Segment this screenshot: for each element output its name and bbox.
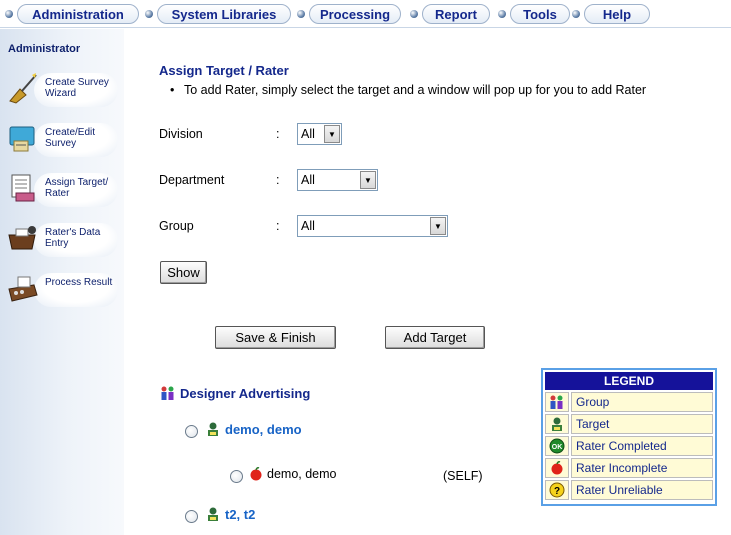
- apple-icon: [551, 461, 563, 475]
- svg-text:?: ?: [554, 486, 560, 497]
- tab-label: Processing: [319, 6, 391, 22]
- target-name: demo, demo: [225, 421, 302, 437]
- legend-row-rater-incomplete: Rater Incomplete: [545, 458, 713, 478]
- target-icon: [208, 422, 218, 436]
- top-navigation-bar: Administration System Libraries Processi…: [0, 0, 731, 28]
- target-icon: [552, 417, 562, 431]
- nav-bullet-icon: [410, 10, 418, 18]
- sidebar-item-label: Assign Target/ Rater: [45, 177, 109, 199]
- tab-administration[interactable]: Administration: [17, 4, 139, 24]
- nav-bullet-icon: [145, 10, 153, 18]
- legend-row-rater-completed: OK Rater Completed: [545, 436, 713, 456]
- legend-title: LEGEND: [545, 372, 713, 390]
- group-icon: [550, 395, 563, 409]
- tab-help[interactable]: Help: [584, 4, 650, 24]
- division-select-value: All: [301, 127, 315, 141]
- target-radio-t2[interactable]: [185, 510, 198, 523]
- legend-label: Rater Incomplete: [571, 458, 713, 478]
- legend-label: Target: [571, 414, 713, 434]
- department-select[interactable]: All ▼: [297, 169, 378, 191]
- question-icon: ?: [549, 482, 565, 498]
- rater-name: demo, demo: [267, 467, 337, 481]
- tab-label: System Libraries: [171, 6, 277, 22]
- legend-row-group: Group: [545, 392, 713, 412]
- rater-radio-demo[interactable]: [230, 470, 243, 483]
- show-button[interactable]: Show: [160, 261, 207, 284]
- legend-row-target: Target: [545, 414, 713, 434]
- legend-label: Rater Unreliable: [571, 480, 713, 500]
- sidebar-item-label: Process Result: [45, 277, 113, 288]
- target-link-demo[interactable]: demo, demo: [205, 421, 302, 437]
- rater-relation: (SELF): [443, 469, 483, 483]
- nav-bullet-icon: [297, 10, 305, 18]
- rater-item-demo: demo, demo: [249, 467, 336, 481]
- department-colon: :: [276, 173, 280, 187]
- target-name: t2, t2: [225, 506, 256, 522]
- add-target-button[interactable]: Add Target: [385, 326, 485, 349]
- nav-bullet-icon: [5, 10, 13, 18]
- sidebar: Administrator Create Survey Wizard Creat…: [0, 29, 124, 535]
- sidebar-item-label: Rater's Data Entry: [45, 227, 101, 249]
- legend-row-rater-unreliable: ? Rater Unreliable: [545, 480, 713, 500]
- instruction-text: To add Rater, simply select the target a…: [170, 83, 646, 97]
- data-entry-icon: [8, 226, 36, 250]
- target-icon: [208, 507, 218, 521]
- ok-icon: OK: [549, 438, 565, 454]
- legend-label: Group: [571, 392, 713, 412]
- tab-tools[interactable]: Tools: [510, 4, 570, 24]
- target-link-t2[interactable]: t2, t2: [205, 506, 255, 522]
- target-radio-demo[interactable]: [185, 425, 198, 438]
- group-node: Designer Advertising: [160, 385, 310, 401]
- svg-text:OK: OK: [552, 444, 563, 451]
- process-result-icon: [8, 276, 38, 302]
- group-select-value: All: [301, 219, 315, 233]
- sidebar-item-create-survey-wizard[interactable]: Create Survey Wizard: [0, 69, 124, 109]
- group-icon: [161, 386, 174, 400]
- tab-processing[interactable]: Processing: [309, 4, 401, 24]
- tab-label: Tools: [523, 6, 557, 22]
- sidebar-item-label: Create Survey Wizard: [45, 77, 109, 99]
- group-colon: :: [276, 219, 280, 233]
- sidebar-item-assign-target-rater[interactable]: Assign Target/ Rater: [0, 169, 124, 209]
- tab-label: Administration: [32, 6, 124, 22]
- division-label: Division: [159, 127, 203, 141]
- chevron-down-icon: ▼: [360, 171, 376, 189]
- chevron-down-icon: ▼: [430, 217, 446, 235]
- sidebar-item-raters-data-entry[interactable]: Rater's Data Entry: [0, 219, 124, 259]
- group-select[interactable]: All ▼: [297, 215, 448, 237]
- assign-target-icon: [11, 174, 35, 202]
- tab-label: Report: [435, 6, 477, 22]
- sidebar-item-create-edit-survey[interactable]: Create/Edit Survey: [0, 119, 124, 159]
- department-select-value: All: [301, 173, 315, 187]
- nav-bullet-icon: [498, 10, 506, 18]
- legend-label: Rater Completed: [571, 436, 713, 456]
- tab-report[interactable]: Report: [422, 4, 490, 24]
- division-colon: :: [276, 127, 280, 141]
- group-label: Group: [159, 219, 194, 233]
- main-content: Assign Target / Rater To add Rater, simp…: [124, 29, 731, 535]
- nav-bullet-icon: [572, 10, 580, 18]
- department-label: Department: [159, 173, 225, 187]
- sidebar-item-label: Create/Edit Survey: [45, 127, 96, 149]
- group-name: Designer Advertising: [180, 385, 311, 401]
- sidebar-title: Administrator: [8, 43, 81, 55]
- save-finish-button[interactable]: Save & Finish: [215, 326, 336, 349]
- chevron-down-icon: ▼: [324, 125, 340, 143]
- wizard-icon: [9, 73, 37, 104]
- edit-survey-icon: [9, 126, 35, 152]
- legend-panel: LEGEND Group Target OK Rater Completed R…: [541, 368, 717, 506]
- tab-system-libraries[interactable]: System Libraries: [157, 4, 291, 24]
- division-select[interactable]: All ▼: [297, 123, 342, 145]
- tab-label: Help: [602, 6, 632, 22]
- apple-icon: [250, 467, 262, 481]
- sidebar-item-process-result[interactable]: Process Result: [0, 269, 124, 309]
- page-title: Assign Target / Rater: [159, 63, 289, 78]
